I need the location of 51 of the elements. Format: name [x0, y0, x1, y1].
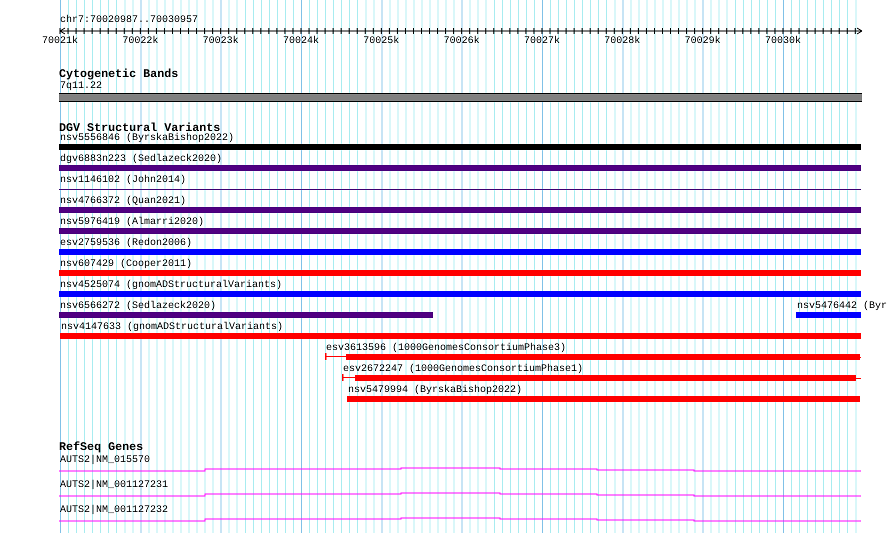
feature-label: nsv4525074 (gnomADStructuralVariants) — [60, 280, 282, 291]
cytoband-bar[interactable] — [59, 93, 862, 102]
variant-bar[interactable] — [59, 207, 861, 213]
tick-label: 70021k — [42, 36, 78, 47]
tick-label: 70022k — [122, 36, 158, 47]
tick-label: 70028k — [604, 36, 640, 47]
variant-bar[interactable] — [796, 312, 861, 318]
feature-label: esv2759536 (Redon2006) — [60, 238, 192, 249]
gene-label: AUTS2|NM_001127232 — [60, 505, 168, 516]
tick-label: 70026k — [444, 36, 480, 47]
track-heading: DGV Structural Variants — [59, 122, 220, 134]
variant-bar[interactable] — [59, 228, 861, 234]
gene-label: AUTS2|NM_001127231 — [60, 480, 168, 491]
feature-label: esv3613596 (1000GenomesConsortiumPhase3) — [326, 343, 566, 354]
band-label: 7q11.22 — [60, 81, 102, 92]
variant-bar[interactable] — [59, 312, 433, 318]
feature-tail-drawing — [342, 374, 355, 381]
variant-bar[interactable] — [59, 165, 861, 171]
feature-label: nsv5479994 (ByrskaBishop2022) — [348, 385, 522, 396]
feature-label: nsv4147633 (gnomADStructuralVariants) — [61, 322, 284, 333]
variant-bar[interactable] — [347, 396, 860, 402]
tick-label: 70023k — [202, 36, 239, 47]
gene-label: AUTS2|NM_015570 — [60, 455, 150, 466]
track-heading: RefSeq Genes — [59, 441, 144, 453]
variant-bar[interactable] — [59, 249, 861, 255]
variant-bar[interactable] — [355, 375, 856, 381]
transcript-drawing[interactable] — [59, 492, 861, 498]
variant-bar[interactable] — [60, 333, 861, 339]
feature-label: nsv1146102 (John2014) — [60, 175, 186, 186]
variant-bar[interactable] — [59, 291, 861, 297]
tick-label: 70029k — [684, 36, 721, 47]
feature-label: nsv5476442 (Byr — [797, 301, 888, 312]
location-label: chr7:70020987..70030957 — [60, 15, 198, 26]
feature-label: nsv4766372 (Quan2021) — [60, 196, 186, 207]
tick-label: 70025k — [363, 36, 400, 47]
variant-bar[interactable] — [346, 354, 860, 360]
transcript-drawing[interactable] — [59, 517, 861, 523]
feature-label: nsv5556846 (ByrskaBishop2022) — [60, 133, 234, 144]
tick-label: 70024k — [282, 36, 319, 47]
transcript-drawing[interactable] — [59, 467, 861, 473]
feature-label: dgv6883n223 (Sedlazeck2020) — [60, 154, 222, 165]
feature-label: nsv607429 (Cooper2011) — [60, 259, 192, 270]
feature-label: nsv6566272 (Sedlazeck2020) — [60, 301, 216, 312]
track-heading: Cytogenetic Bands — [59, 68, 178, 80]
feature-tail-drawing — [325, 353, 346, 360]
variant-bar[interactable] — [59, 270, 861, 276]
tick-label: 70027k — [524, 36, 560, 47]
feature-label: esv2672247 (1000GenomesConsortiumPhase1) — [343, 364, 584, 375]
feature-label: nsv5976419 (Almarri2020) — [60, 217, 204, 228]
variant-bar[interactable] — [59, 144, 861, 150]
tick-label: 70030k — [764, 36, 801, 47]
